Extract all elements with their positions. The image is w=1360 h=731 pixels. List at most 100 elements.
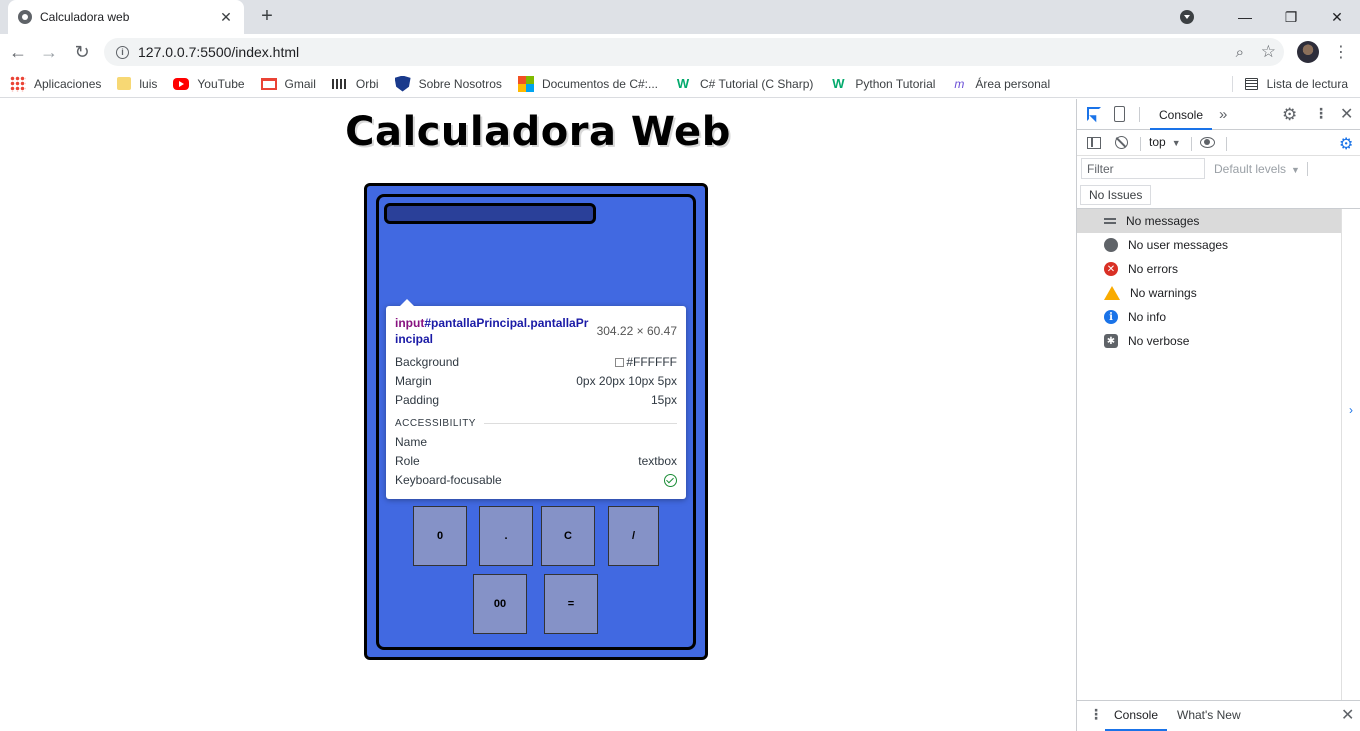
sidebar-item-verbose[interactable]: ✱ No verbose [1077, 329, 1341, 353]
title-bar: Calculadora web ✕ + — ❐ ✕ [0, 0, 1360, 34]
clear-console-icon[interactable] [1115, 136, 1128, 149]
browser-tab[interactable]: Calculadora web ✕ [8, 0, 244, 34]
bookmark-csharp-tutorial[interactable]: W C# Tutorial (C Sharp) [674, 76, 814, 92]
window-controls: — ❐ ✕ [1180, 0, 1360, 34]
more-tabs-icon[interactable]: » [1219, 106, 1227, 123]
tooltip-row-role: Role textbox [395, 452, 677, 471]
key-clear[interactable]: C [541, 506, 595, 566]
close-window-button[interactable]: ✕ [1314, 0, 1360, 34]
bookmark-gmail[interactable]: Gmail [260, 76, 316, 91]
bookmark-orbi[interactable]: Orbi [331, 76, 379, 91]
console-settings-gear-icon[interactable]: ⚙ [1339, 134, 1353, 154]
drawer-tab-whats-new[interactable]: What's New [1177, 701, 1241, 731]
key-0[interactable]: 0 [413, 506, 467, 566]
row-value: 0px 20px 10px 5px [576, 374, 677, 388]
bookmark-label: luis [139, 76, 158, 91]
tooltip-row-name: Name [395, 433, 677, 452]
element-id-class: #pantallaPrincipal.pantallaPrincipal [395, 316, 589, 346]
caret-down-icon: ▼ [1171, 138, 1181, 148]
reading-list-button[interactable]: Lista de lectura [1231, 76, 1348, 92]
key-divide[interactable]: / [608, 506, 659, 566]
minimize-button[interactable]: — [1222, 0, 1268, 34]
bookmark-area-personal[interactable]: m Área personal [951, 76, 1050, 92]
reading-list-label: Lista de lectura [1266, 77, 1348, 91]
context-select[interactable]: top ▼ [1149, 135, 1181, 149]
site-info-icon[interactable]: i [116, 45, 129, 59]
folder-icon [117, 77, 132, 90]
sidebar-item-label: No errors [1128, 262, 1179, 276]
live-expression-eye-icon[interactable] [1200, 137, 1215, 148]
sidebar-item-warnings[interactable]: No warnings [1077, 281, 1341, 305]
bookmark-label: C# Tutorial (C Sharp) [700, 76, 814, 91]
browser-menu-icon[interactable]: ⋮ [1333, 42, 1349, 62]
bookmark-star-icon[interactable]: ☆ [1261, 42, 1276, 62]
element-size: 304.22 × 60.47 [596, 324, 677, 338]
divider [1139, 107, 1140, 122]
divider [1307, 162, 1308, 176]
sidebar-item-info[interactable]: i No info [1077, 305, 1341, 329]
bookmark-youtube[interactable]: YouTube [173, 77, 245, 91]
bookmark-label: Área personal [975, 76, 1051, 91]
shield-icon [394, 75, 411, 92]
tab-console[interactable]: Console [1150, 99, 1212, 130]
new-tab-button[interactable]: + [256, 4, 278, 28]
apps-grid-icon [10, 75, 26, 92]
sidebar-divider [1341, 209, 1342, 700]
zoom-icon[interactable]: ⌕ [1236, 44, 1244, 61]
bookmark-aplicaciones[interactable]: Aplicaciones [10, 75, 101, 92]
bookmark-documentos-csharp[interactable]: Documentos de C#:... [517, 75, 658, 92]
devtools-panel: Console » ⚙ ⋮ ✕ top ▼ ⚙ Filter Default le… [1076, 99, 1360, 731]
close-drawer-icon[interactable]: ✕ [1341, 705, 1354, 725]
tooltip-row-padding: Padding 15px [395, 391, 677, 410]
w3schools-icon: W [832, 75, 845, 91]
restore-button[interactable]: ❐ [1268, 0, 1314, 34]
orbi-icon [331, 78, 348, 89]
devtools-menu-icon[interactable]: ⋮ [1314, 105, 1328, 122]
back-icon[interactable]: ← [6, 40, 30, 64]
tab-title: Calculadora web [40, 10, 130, 24]
key-equals[interactable]: = [544, 574, 598, 634]
drawer-menu-icon[interactable]: ⋮ [1089, 706, 1103, 723]
sidebar-item-errors[interactable]: ✕ No errors [1077, 257, 1341, 281]
chevron-right-icon[interactable]: › [1349, 403, 1353, 417]
issues-button[interactable]: No Issues [1080, 185, 1152, 205]
color-swatch-icon [615, 358, 625, 367]
filter-input[interactable]: Filter [1081, 158, 1205, 179]
drawer-tab-console[interactable]: Console [1105, 701, 1167, 731]
url-text[interactable]: 127.0.0.7:5500/index.html [138, 44, 299, 60]
console-sidebar-icon[interactable] [1087, 137, 1101, 149]
sidebar-item-messages[interactable]: No messages [1077, 209, 1341, 233]
levels-label: Default levels [1214, 162, 1287, 176]
warning-icon [1104, 286, 1120, 300]
bookmark-luis[interactable]: luis [117, 77, 157, 91]
address-bar[interactable]: i 127.0.0.7:5500/index.html ⌕ ☆ [104, 38, 1284, 66]
bookmark-label: Documentos de C#:... [541, 76, 658, 91]
forward-icon[interactable]: → [37, 40, 61, 64]
row-label: Margin [395, 374, 432, 388]
close-tab-icon[interactable]: ✕ [218, 9, 234, 26]
tooltip-row-margin: Margin 0px 20px 10px 5px [395, 372, 677, 391]
close-devtools-icon[interactable]: ✕ [1340, 104, 1353, 124]
secondary-display [384, 203, 596, 224]
context-value: top [1149, 135, 1166, 149]
device-toolbar-icon[interactable] [1114, 106, 1125, 122]
inspect-tooltip: input#pantallaPrincipal.pantallaPrincipa… [386, 299, 686, 499]
microsoft-icon [517, 75, 534, 92]
sidebar-item-user-messages[interactable]: No user messages [1077, 233, 1341, 257]
log-levels-dropdown[interactable]: Default levels ▼ [1214, 162, 1300, 176]
reload-icon[interactable]: ↻ [70, 40, 94, 64]
inspect-element-icon[interactable] [1087, 107, 1101, 121]
settings-gear-icon[interactable]: ⚙ [1282, 105, 1297, 125]
key-double-zero[interactable]: 00 [473, 574, 527, 634]
tab-search-icon[interactable] [1180, 10, 1194, 24]
bookmarks-bar: Aplicaciones luis YouTube Gmail Orbi Sob… [0, 70, 1360, 98]
bookmark-sobre-nosotros[interactable]: Sobre Nosotros [394, 75, 502, 92]
profile-avatar[interactable] [1297, 41, 1319, 63]
issues-bar: No Issues [1077, 183, 1360, 209]
key-dot[interactable]: . [479, 506, 533, 566]
bookmark-python-tutorial[interactable]: W Python Tutorial [829, 76, 935, 92]
bookmark-label: Gmail [284, 76, 316, 91]
accessibility-heading: ACCESSIBILITY [395, 418, 677, 429]
bookmark-label: Orbi [355, 76, 379, 91]
tooltip-row-background: Background #FFFFFF [395, 353, 677, 372]
